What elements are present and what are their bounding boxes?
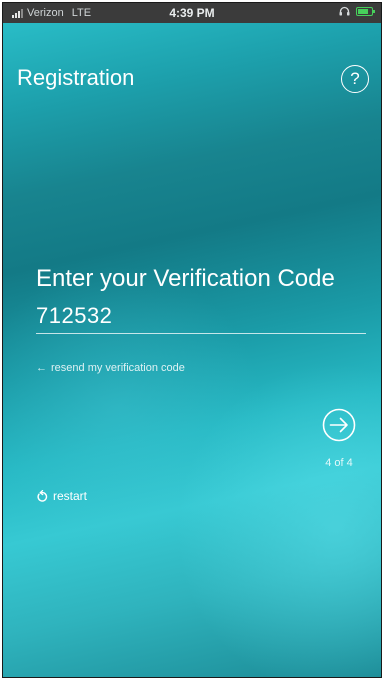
status-time: 4:39 PM [169, 6, 215, 20]
phone-frame: Verizon LTE 4:39 PM Registration ? Enter… [2, 2, 382, 678]
resend-code-link[interactable]: ← resend my verification code [36, 362, 185, 374]
headphones-icon [339, 6, 350, 16]
step-indicator: 4 of 4 [325, 457, 353, 469]
restart-icon [37, 489, 48, 502]
resend-code-label: resend my verification code [51, 362, 185, 374]
verification-code-heading: Enter your Verification Code [36, 265, 335, 292]
status-bar: Verizon LTE 4:39 PM [3, 3, 381, 23]
left-arrow-icon: ← [36, 362, 47, 374]
battery-fill [358, 8, 368, 14]
battery-charging-icon [356, 6, 375, 16]
registration-screen: Verizon LTE 4:39 PM Registration ? Enter… [3, 3, 381, 677]
help-button[interactable]: ? [341, 65, 369, 93]
restart-button[interactable]: restart [36, 489, 87, 503]
verification-code-input[interactable]: 712532 [36, 303, 366, 334]
status-right [339, 6, 375, 16]
restart-label: restart [53, 489, 88, 503]
page-title: Registration [17, 65, 135, 90]
arrow-right-circle-icon[interactable] [322, 408, 356, 442]
